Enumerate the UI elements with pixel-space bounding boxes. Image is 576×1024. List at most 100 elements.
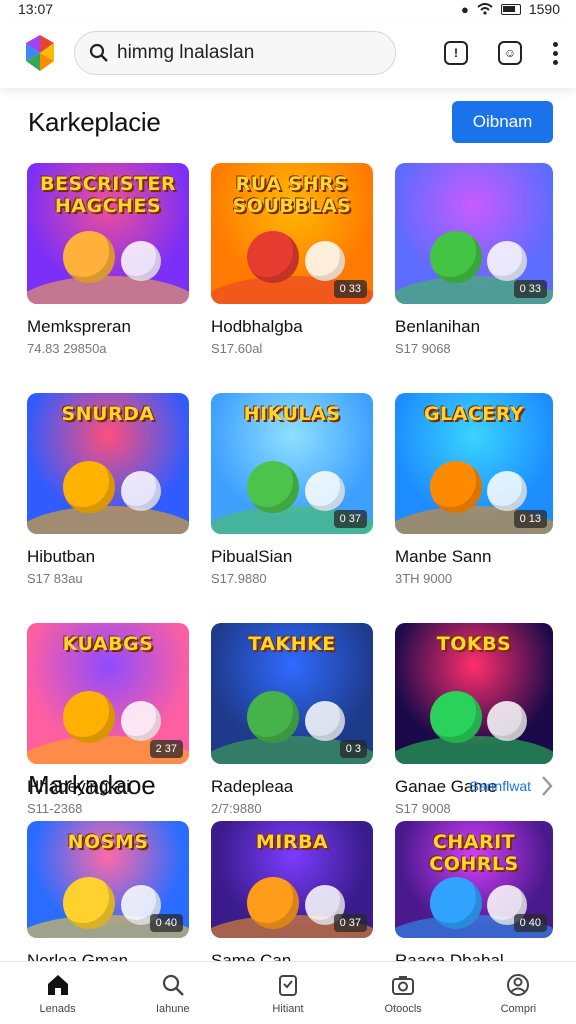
game-meta: 74.83 29850a bbox=[27, 341, 107, 356]
games-grid-more: NOSMS0 40Norloa GmanMIRBA0 37Same CanCHA… bbox=[27, 821, 554, 971]
game-meta: S11-2368 bbox=[27, 801, 83, 816]
search-icon bbox=[159, 971, 187, 999]
thumbnail-character bbox=[486, 700, 527, 741]
game-thumbnail[interactable]: CHARIT COHRLS 0 40 bbox=[395, 821, 553, 938]
app-logo-icon[interactable] bbox=[20, 33, 60, 73]
status-bar: 13:07 ● 1590 bbox=[0, 0, 576, 18]
game-meta: S17 83au bbox=[27, 571, 83, 586]
thumbnail-character bbox=[120, 700, 161, 741]
search-query: himmg lnalaslan bbox=[117, 42, 255, 63]
game-meta: 3TH 9000 bbox=[395, 571, 453, 586]
game-title[interactable]: Manbe Sann bbox=[395, 547, 553, 567]
game-thumbnail[interactable]: HIKULAS 0 37 bbox=[211, 393, 373, 534]
thumbnail-character bbox=[304, 700, 345, 741]
section-action-button[interactable]: Oibnam bbox=[452, 101, 553, 143]
chevron-right-icon bbox=[542, 775, 553, 796]
info-icon[interactable]: ! bbox=[444, 41, 468, 65]
thumbnail-character bbox=[304, 470, 345, 511]
nav-label: Hitiant bbox=[272, 1003, 304, 1015]
game-card[interactable]: MIRBA0 37Same Can bbox=[211, 821, 373, 971]
game-card[interactable]: CHARIT COHRLS0 40Raaga Dbabal bbox=[395, 821, 553, 971]
game-thumbnail[interactable]: KUABGS 2 37 bbox=[27, 623, 189, 764]
thumbnail-character bbox=[304, 240, 345, 281]
thumbnail-character bbox=[120, 240, 161, 281]
rating-badge: 0 3 bbox=[339, 740, 367, 758]
nav-item[interactable]: Hitiant bbox=[238, 971, 338, 1015]
game-thumbnail[interactable]: 0 33 bbox=[395, 163, 553, 304]
nav-item[interactable]: Otoocls bbox=[353, 971, 453, 1015]
alarm-icon: ● bbox=[460, 1, 469, 17]
thumbnail-title: BESCRISTER HAGCHES bbox=[39, 173, 177, 217]
game-card[interactable]: HIKULAS 0 37 PibualSian S17.9880 bbox=[211, 393, 373, 586]
chat-icon[interactable]: ☺ bbox=[498, 41, 522, 65]
thumbnail-ground bbox=[395, 735, 553, 764]
game-card[interactable]: SNURDA Hibutban S17 83au bbox=[27, 393, 189, 586]
thumbnail-character bbox=[246, 460, 299, 513]
game-card[interactable]: 0 33 Benlanihan S17 9068 bbox=[395, 163, 553, 356]
top-actions: ! ☺ bbox=[444, 41, 558, 65]
more-options-icon[interactable] bbox=[552, 41, 558, 65]
thumbnail-title: TAKHKE bbox=[248, 633, 336, 655]
game-thumbnail[interactable]: NOSMS 0 40 bbox=[27, 821, 189, 938]
thumbnail-title: MIRBA bbox=[255, 831, 329, 853]
bottom-navigation: Lenads Iahune Hitiant Otoocls Compri bbox=[0, 961, 576, 1024]
nav-item[interactable]: Iahune bbox=[123, 971, 223, 1015]
thumbnail-character bbox=[62, 877, 115, 930]
thumbnail-title: KUABGS bbox=[62, 633, 154, 655]
game-title[interactable]: PibualSian bbox=[211, 547, 373, 567]
nav-label: Iahune bbox=[155, 1003, 190, 1015]
status-icons: ● 1590 bbox=[461, 1, 560, 17]
game-meta: 2/7:9880 bbox=[211, 801, 262, 816]
thumbnail-title: NOSMS bbox=[67, 831, 149, 853]
game-card[interactable]: RUA SHRS SOUBBLAS 0 33 Hodbhalgba S17.60al bbox=[211, 163, 373, 356]
nav-item[interactable]: Compri bbox=[468, 971, 568, 1015]
rating-badge: 0 37 bbox=[333, 510, 367, 528]
thumbnail-character bbox=[62, 230, 115, 283]
thumbnail-title: RUA SHRS SOUBBLAS bbox=[232, 173, 352, 217]
section-title: Markadaoe bbox=[28, 770, 156, 800]
game-title[interactable]: Benlanihan bbox=[395, 317, 553, 337]
home-icon bbox=[44, 971, 72, 999]
game-thumbnail[interactable]: TAKHKE 0 3 bbox=[211, 623, 373, 764]
rating-badge: 0 40 bbox=[513, 914, 547, 932]
thumbnail-character bbox=[62, 690, 115, 743]
game-title[interactable]: Hibutban bbox=[27, 547, 189, 567]
game-meta: S17.9880 bbox=[211, 571, 267, 586]
rating-badge: 0 37 bbox=[333, 914, 367, 932]
game-title[interactable]: Memkspreran bbox=[27, 317, 189, 337]
game-thumbnail[interactable]: RUA SHRS SOUBBLAS 0 33 bbox=[211, 163, 373, 304]
rating-badge: 2 37 bbox=[149, 740, 183, 758]
thumbnail-character bbox=[246, 230, 299, 283]
game-title[interactable]: Hodbhalgba bbox=[211, 317, 373, 337]
game-thumbnail[interactable]: TOKBS bbox=[395, 623, 553, 764]
game-thumbnail[interactable]: SNURDA bbox=[27, 393, 189, 534]
game-thumbnail[interactable]: GLACERY 0 13 bbox=[395, 393, 553, 534]
game-card[interactable]: NOSMS0 40Norloa Gman bbox=[27, 821, 189, 971]
thumbnail-character bbox=[62, 460, 115, 513]
thumbnail-title: CHARIT COHRLS bbox=[429, 831, 519, 875]
thumbnail-title: HIKULAS bbox=[243, 403, 341, 425]
rating-badge: 0 33 bbox=[513, 280, 547, 298]
game-thumbnail[interactable]: BESCRISTER HAGCHES bbox=[27, 163, 189, 304]
nav-label: Otoocls bbox=[384, 1003, 422, 1015]
nav-item[interactable]: Lenads bbox=[8, 971, 108, 1015]
see-all-link[interactable]: Sannflwat bbox=[470, 775, 553, 797]
search-input[interactable]: himmg lnalaslan bbox=[74, 31, 396, 75]
camera-icon bbox=[389, 971, 417, 999]
nav-label: Compri bbox=[500, 1003, 537, 1015]
thumbnail-character bbox=[429, 460, 482, 513]
library-icon bbox=[274, 971, 302, 999]
game-card[interactable]: BESCRISTER HAGCHES Memkspreran 74.83 29850… bbox=[27, 163, 189, 356]
nav-label: Lenads bbox=[39, 1003, 76, 1015]
games-grid-featured: BESCRISTER HAGCHES Memkspreran 74.83 29850… bbox=[27, 163, 554, 816]
search-icon bbox=[89, 43, 108, 62]
wifi-icon bbox=[477, 3, 493, 15]
status-time: 13:07 bbox=[18, 1, 54, 17]
game-card[interactable]: GLACERY 0 13 Manbe Sann 3TH 9000 bbox=[395, 393, 553, 586]
game-thumbnail[interactable]: MIRBA 0 37 bbox=[211, 821, 373, 938]
thumbnail-title: SNURDA bbox=[61, 403, 155, 425]
game-meta: S17.60al bbox=[211, 341, 263, 356]
thumbnail-character bbox=[429, 230, 482, 283]
thumbnail-character bbox=[429, 690, 482, 743]
section-header-more: Markadaoe Sannflwat bbox=[28, 770, 553, 801]
